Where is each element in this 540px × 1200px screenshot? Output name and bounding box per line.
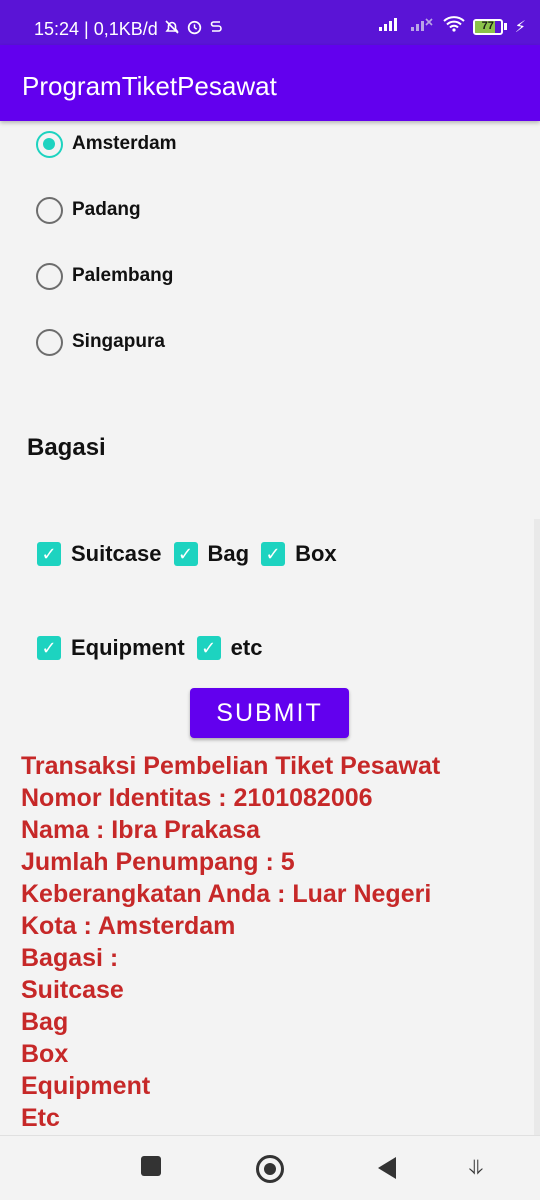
app-title: ProgramTiketPesawat [22, 71, 277, 101]
result-text: Transaksi Pembelian Tiket Pesawat Nomor … [21, 750, 440, 1134]
checkbox-checked[interactable]: ✓ [261, 542, 286, 566]
checkbox-etc[interactable]: ✓ etc [196, 635, 263, 661]
bell-off-icon [164, 19, 180, 40]
result-line: Nomor Identitas : 2101082006 [21, 784, 373, 812]
status-left: 15:24 | 0,1KB/d [34, 18, 223, 40]
checkbox-label: Bag [207, 541, 250, 566]
radio-label: Singapura [72, 331, 165, 352]
checkbox-checked[interactable]: ✓ [37, 636, 61, 660]
s-icon [209, 19, 223, 40]
checkbox-label: etc [230, 635, 263, 660]
scroll-content[interactable]: Amsterdam Padang Palembang Singapura Bag… [0, 121, 540, 1135]
result-line: Nama : Ibra Prakasa [21, 816, 261, 844]
battery-icon: 77 [472, 18, 507, 35]
checkbox-label: Box [295, 541, 337, 566]
navigation-bar: ⥥ [0, 1135, 540, 1200]
radio-label: Palembang [72, 265, 174, 286]
radio-button[interactable] [36, 262, 63, 290]
baggage-row-2: ✓ Equipment ✓ etc [37, 633, 274, 663]
checkbox-checked[interactable]: ✓ [37, 542, 61, 566]
radio-padang[interactable]: Padang [36, 195, 141, 225]
result-line: Equipment [21, 1072, 151, 1100]
radio-amsterdam[interactable]: Amsterdam [36, 129, 177, 159]
checkbox-box[interactable]: ✓ Box [261, 541, 337, 567]
checkbox-label: Suitcase [71, 541, 162, 566]
radio-button[interactable] [36, 196, 63, 224]
result-line: Transaksi Pembelian Tiket Pesawat [21, 752, 441, 780]
result-line: Kota : Amsterdam [21, 912, 236, 940]
checkbox-suitcase[interactable]: ✓ Suitcase [37, 541, 162, 567]
checkbox-checked[interactable]: ✓ [196, 636, 221, 660]
result-line: Box [21, 1040, 69, 1068]
result-line: Jumlah Penumpang : 5 [21, 848, 295, 876]
result-line: Etc [21, 1104, 60, 1132]
radio-button-checked[interactable] [36, 130, 63, 158]
back-button[interactable] [378, 1157, 396, 1179]
alarm-icon [186, 18, 203, 40]
radio-label: Padang [72, 199, 141, 220]
radio-singapura[interactable]: Singapura [36, 327, 165, 357]
baggage-title: Bagasi [27, 434, 106, 461]
submit-button[interactable]: SUBMIT [190, 688, 349, 738]
radio-label: Amsterdam [72, 133, 177, 154]
home-button[interactable] [256, 1155, 284, 1183]
result-line: Keberangkatan Anda : Luar Negeri [21, 880, 432, 908]
charging-icon: ⚡ [514, 18, 526, 36]
assistant-button[interactable]: ⥥ [466, 1155, 486, 1181]
wifi-icon [443, 16, 465, 37]
radio-palembang[interactable]: Palembang [36, 261, 173, 291]
recents-button[interactable] [141, 1156, 161, 1176]
checkbox-bag[interactable]: ✓ Bag [173, 541, 250, 567]
checkbox-label: Equipment [71, 635, 185, 660]
app-bar: ProgramTiketPesawat [0, 45, 540, 121]
result-line: Bagasi : [21, 944, 119, 972]
scrollbar[interactable] [534, 519, 540, 1135]
baggage-row-1: ✓ Suitcase ✓ Bag ✓ Box [37, 539, 349, 569]
signal-x-icon [410, 17, 435, 36]
result-line: Suitcase [21, 976, 124, 1004]
result-line: Bag [21, 1008, 69, 1036]
status-time: 15:24 | 0,1KB/d [34, 18, 158, 39]
signal-icon [378, 17, 403, 36]
checkbox-equipment[interactable]: ✓ Equipment [37, 635, 185, 661]
status-bar: 15:24 | 0,1KB/d 77 ⚡ [0, 0, 540, 45]
battery-level-text: 77 [481, 19, 494, 32]
status-right: 77 ⚡ [378, 16, 526, 37]
radio-button[interactable] [36, 328, 63, 356]
checkbox-checked[interactable]: ✓ [173, 542, 198, 566]
